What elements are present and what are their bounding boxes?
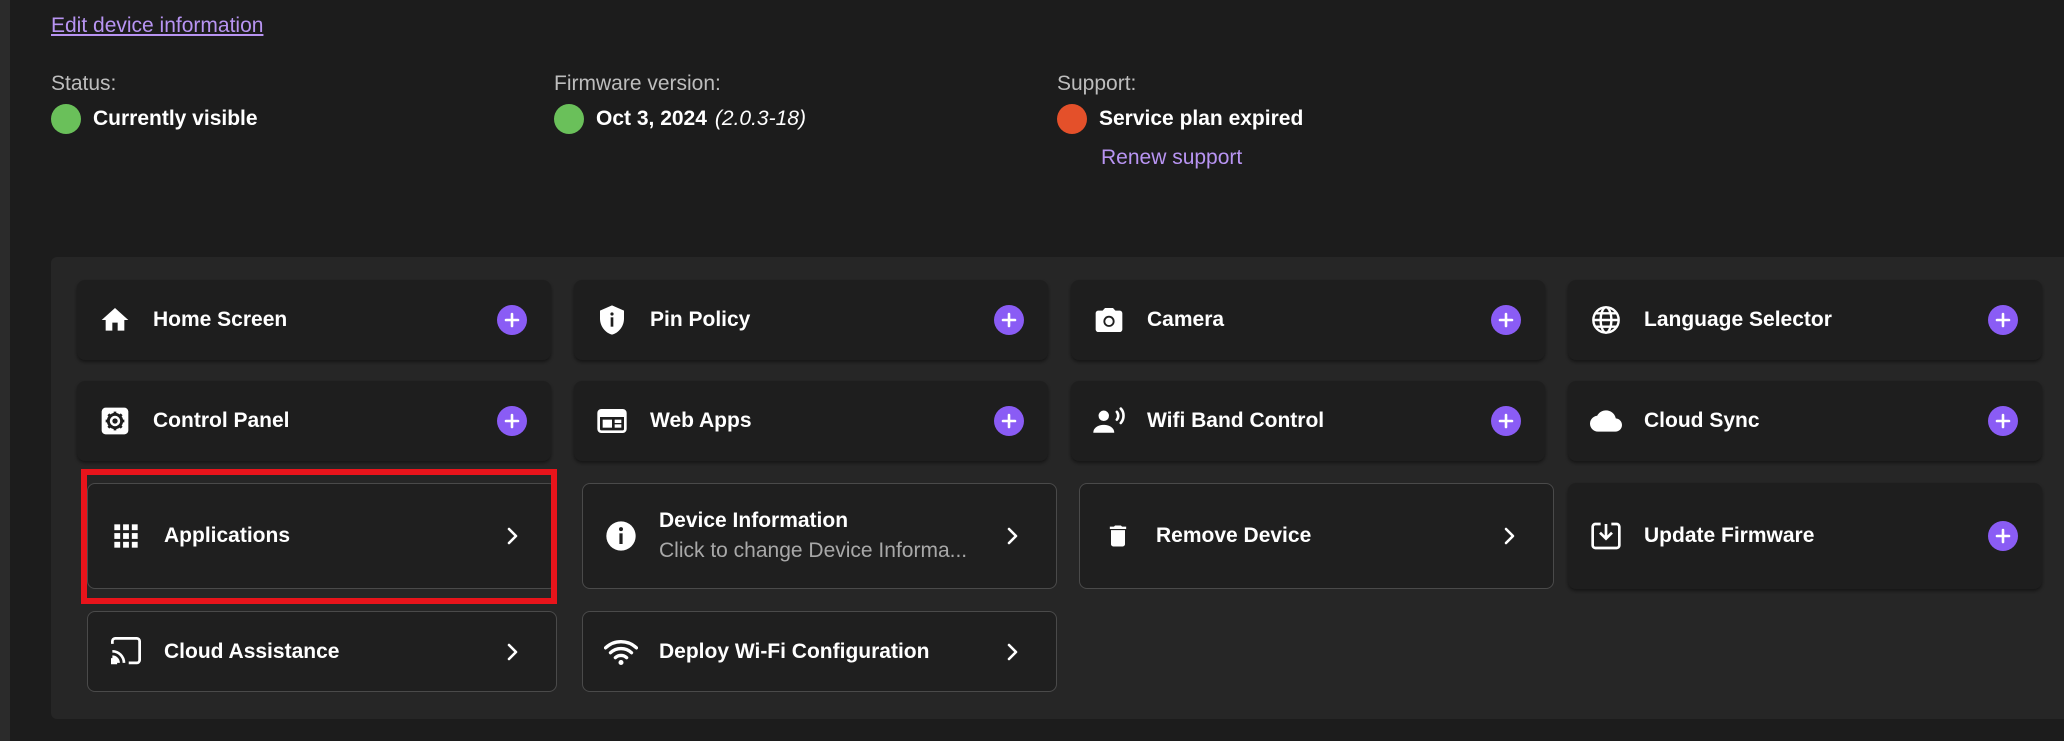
tile-remove-device[interactable]: Remove Device	[1079, 483, 1554, 589]
device-details-page: Edit device information Status: Currentl…	[10, 0, 2064, 741]
person-voice-icon	[1091, 403, 1127, 439]
trash-icon	[1100, 518, 1136, 554]
tile-deploy-wifi-configuration[interactable]: Deploy Wi-Fi Configuration	[582, 611, 1057, 692]
tile-label: Device Information	[659, 509, 849, 532]
firmware-version: (2.0.3-18)	[714, 107, 806, 130]
tile-wifi-band-control[interactable]: Wifi Band Control	[1071, 381, 1545, 461]
add-button[interactable]	[1988, 406, 2018, 436]
tile-label: Pin Policy	[650, 308, 751, 331]
support-value: Service plan expired	[1099, 107, 1304, 130]
left-edge-bar	[0, 0, 10, 741]
add-button[interactable]	[1988, 305, 2018, 335]
status-dot-icon	[51, 104, 81, 134]
support-dot-icon	[1057, 104, 1087, 134]
add-button[interactable]	[497, 406, 527, 436]
tile-label: Web Apps	[650, 409, 752, 432]
support-section: Support: Service plan expired Renew supp…	[1057, 72, 1303, 170]
chevron-right-icon[interactable]	[998, 637, 1028, 667]
status-section: Status: Currently visible	[51, 72, 258, 134]
camera-icon	[1091, 302, 1127, 338]
chevron-right-icon[interactable]	[498, 637, 528, 667]
cloud-icon	[1588, 403, 1624, 439]
web-window-icon	[594, 403, 630, 439]
info-circle-icon	[603, 518, 639, 554]
firmware-dot-icon	[554, 104, 584, 134]
tile-label: Update Firmware	[1644, 524, 1815, 547]
firmware-label: Firmware version:	[554, 72, 721, 95]
add-button[interactable]	[1491, 305, 1521, 335]
settings-box-icon	[97, 403, 133, 439]
tile-label: Language Selector	[1644, 308, 1832, 331]
tile-pin-policy[interactable]: Pin Policy	[574, 280, 1048, 360]
tile-control-panel[interactable]: Control Panel	[77, 381, 551, 461]
shield-info-icon	[594, 302, 630, 338]
tile-cloud-assistance[interactable]: Cloud Assistance	[87, 611, 557, 692]
firmware-section: Firmware version: Oct 3, 2024 (2.0.3-18)	[554, 72, 806, 134]
tile-label: Camera	[1147, 308, 1225, 331]
tile-sublabel: Click to change Device Informa...	[659, 539, 968, 562]
chevron-right-icon[interactable]	[998, 521, 1028, 551]
globe-icon	[1588, 302, 1624, 338]
support-label: Support:	[1057, 72, 1137, 95]
home-icon	[97, 302, 133, 338]
renew-support-link[interactable]: Renew support	[1101, 146, 1303, 170]
wifi-icon	[603, 634, 639, 670]
tile-language-selector[interactable]: Language Selector	[1568, 280, 2042, 360]
download-box-icon	[1588, 518, 1624, 554]
add-button[interactable]	[1988, 521, 2018, 551]
edit-device-information-link[interactable]: Edit device information	[51, 14, 263, 38]
status-label: Status:	[51, 72, 117, 95]
tile-home-screen[interactable]: Home Screen	[77, 280, 551, 360]
status-value: Currently visible	[93, 107, 258, 130]
tile-web-apps[interactable]: Web Apps	[574, 381, 1048, 461]
tile-update-firmware[interactable]: Update Firmware	[1568, 483, 2042, 589]
tile-label: Cloud Assistance	[164, 639, 340, 663]
highlight-box	[81, 469, 557, 604]
tile-label: Cloud Sync	[1644, 409, 1760, 432]
add-button[interactable]	[1491, 406, 1521, 436]
chevron-right-icon[interactable]	[1495, 521, 1525, 551]
cast-icon	[108, 634, 144, 670]
tile-camera[interactable]: Camera	[1071, 280, 1545, 360]
add-button[interactable]	[994, 305, 1024, 335]
tile-device-information[interactable]: Device Information Click to change Devic…	[582, 483, 1057, 589]
tile-label: Home Screen	[153, 308, 288, 331]
tile-label: Wifi Band Control	[1147, 409, 1325, 432]
add-button[interactable]	[497, 305, 527, 335]
tile-label: Control Panel	[153, 409, 290, 432]
firmware-date: Oct 3, 2024	[596, 107, 707, 130]
tile-cloud-sync[interactable]: Cloud Sync	[1568, 381, 2042, 461]
tile-label: Deploy Wi-Fi Configuration	[659, 639, 930, 663]
add-button[interactable]	[994, 406, 1024, 436]
tile-label: Remove Device	[1156, 524, 1312, 547]
